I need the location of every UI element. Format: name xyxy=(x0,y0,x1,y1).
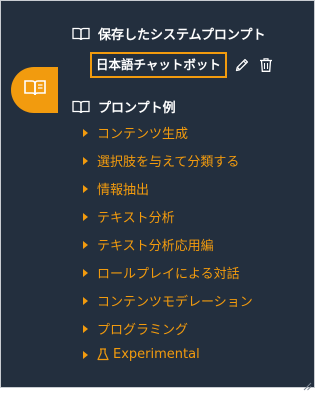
list-item-label: プログラミング xyxy=(97,323,189,338)
caret-right-icon xyxy=(83,296,88,305)
prompt-examples-heading: プロンプト例 xyxy=(72,97,176,116)
book-open-icon xyxy=(72,27,90,41)
list-item-label: Experimental xyxy=(113,347,200,362)
example-item-experimental[interactable]: Experimental xyxy=(83,347,200,362)
resize-handle[interactable] xyxy=(303,376,312,391)
example-item-classification[interactable]: 選択肢を与えて分類する xyxy=(83,151,239,170)
list-item-label: 選択肢を与えて分類する xyxy=(97,155,240,170)
list-item-label: 情報抽出 xyxy=(97,183,150,198)
sidebar-toggle-button[interactable] xyxy=(11,67,58,113)
example-item-moderation[interactable]: コンテンツモデレーション xyxy=(83,291,253,310)
list-item-label: コンテンツ生成 xyxy=(97,127,189,142)
list-item-label: コンテンツモデレーション xyxy=(97,295,253,310)
saved-prompt-name-input[interactable]: 日本語チャットボット xyxy=(90,52,227,78)
pencil-icon[interactable] xyxy=(233,56,251,74)
caret-right-icon xyxy=(83,156,88,165)
list-item-label: テキスト分析 xyxy=(97,211,175,226)
saved-prompt-item: 日本語チャットボット xyxy=(90,52,275,78)
list-item-label: ロールプレイによる対話 xyxy=(97,267,240,282)
example-item-text-analysis-advanced[interactable]: テキスト分析応用編 xyxy=(83,235,214,254)
caret-right-icon xyxy=(83,324,88,333)
example-item-text-analysis[interactable]: テキスト分析 xyxy=(83,207,175,226)
example-item-content-generation[interactable]: コンテンツ生成 xyxy=(83,123,188,142)
example-item-programming[interactable]: プログラミング xyxy=(83,319,188,338)
book-open-icon xyxy=(72,100,90,114)
caret-right-icon xyxy=(83,268,88,277)
caret-right-icon xyxy=(83,350,88,359)
caret-right-icon xyxy=(83,240,88,249)
trash-icon[interactable] xyxy=(257,56,275,74)
caret-right-icon xyxy=(83,212,88,221)
prompt-examples-title: プロンプト例 xyxy=(98,101,176,116)
prompt-sidebar: 保存したシステムプロンプト 日本語チャットボット プロンプト例 コンテンツ生成 … xyxy=(0,0,315,391)
saved-prompts-heading: 保存したシステムプロンプト xyxy=(72,24,265,43)
caret-right-icon xyxy=(83,128,88,137)
book-open-icon xyxy=(23,79,46,101)
caret-right-icon xyxy=(83,184,88,193)
list-item-label: テキスト分析応用編 xyxy=(97,239,214,254)
example-item-roleplay[interactable]: ロールプレイによる対話 xyxy=(83,263,240,282)
example-item-extraction[interactable]: 情報抽出 xyxy=(83,179,149,198)
saved-prompts-title: 保存したシステムプロンプト xyxy=(98,28,266,43)
flask-icon xyxy=(97,348,109,361)
